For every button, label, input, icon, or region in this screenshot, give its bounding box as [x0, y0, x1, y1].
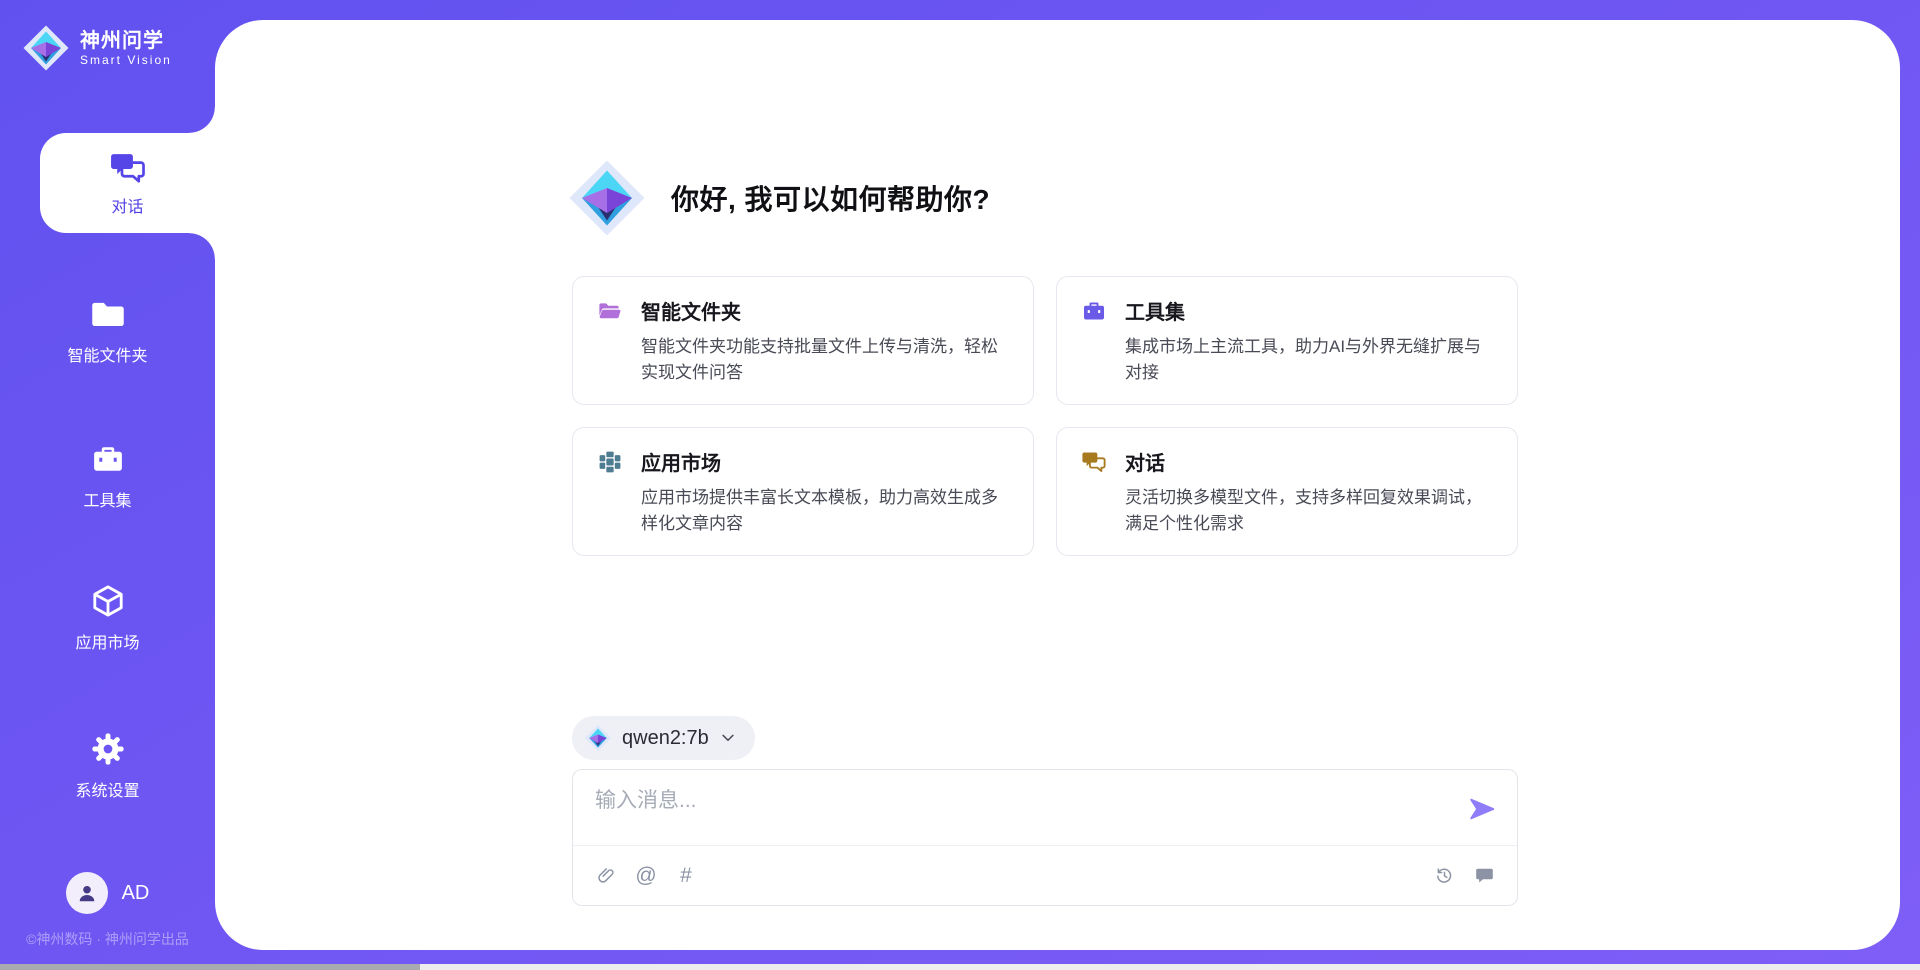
- avatar: [66, 872, 108, 914]
- conversation-button[interactable]: [1473, 865, 1495, 887]
- send-icon: [1467, 794, 1497, 824]
- gear-icon: [90, 731, 126, 767]
- toolbox-icon: [1081, 298, 1107, 324]
- model-name: qwen2:7b: [622, 727, 709, 750]
- sidebar-item-label: 工具集: [83, 487, 131, 511]
- person-icon: [74, 880, 100, 906]
- card-title: 对话: [1125, 447, 1165, 476]
- sidebar-item-chat[interactable]: 对话: [40, 133, 215, 233]
- cube-icon: [90, 583, 126, 619]
- cube-grid-icon: [597, 449, 623, 475]
- message-composer: @ #: [572, 769, 1518, 906]
- history-icon: [1434, 865, 1455, 886]
- sidebar-item-label: 应用市场: [75, 629, 139, 653]
- sidebar: 神州问学 Smart Vision 对话 智能文件夹 工具集 应用市场 系统设置…: [0, 0, 215, 970]
- attach-file-button[interactable]: [595, 865, 617, 887]
- card-title: 应用市场: [641, 447, 721, 476]
- card-title: 智能文件夹: [641, 296, 741, 325]
- card-description: 灵活切换多模型文件，支持多样回复效果调试，满足个性化需求: [1125, 485, 1493, 536]
- user-name: AD: [122, 882, 150, 905]
- card-app-market[interactable]: 应用市场 应用市场提供丰富长文本模板，助力高效生成多样化文章内容: [572, 427, 1034, 556]
- sidebar-item-smart-folder[interactable]: 智能文件夹: [0, 296, 215, 366]
- card-chat[interactable]: 对话 灵活切换多模型文件，支持多样回复效果调试，满足个性化需求: [1056, 427, 1518, 556]
- brand-logo: 神州问学 Smart Vision: [22, 24, 172, 72]
- card-title: 工具集: [1125, 296, 1185, 325]
- sidebar-item-settings[interactable]: 系统设置: [0, 731, 215, 801]
- chevron-down-icon: [719, 729, 737, 747]
- mention-button[interactable]: @: [635, 865, 657, 887]
- chat-icon: [109, 149, 147, 187]
- sidebar-item-toolset[interactable]: 工具集: [0, 441, 215, 511]
- greeting-text: 你好, 我可以如何帮助你?: [671, 178, 990, 218]
- sidebar-item-label: 智能文件夹: [67, 342, 147, 366]
- card-smart-folder[interactable]: 智能文件夹 智能文件夹功能支持批量文件上传与清洗，轻松实现文件问答: [572, 276, 1034, 405]
- sidebar-item-label: 系统设置: [75, 777, 139, 801]
- feature-cards: 智能文件夹 智能文件夹功能支持批量文件上传与清洗，轻松实现文件问答 工具集 集成…: [572, 276, 1518, 556]
- model-selector[interactable]: qwen2:7b: [572, 716, 755, 760]
- folder-icon: [90, 296, 126, 332]
- folder-open-icon: [597, 298, 623, 324]
- history-button[interactable]: [1433, 865, 1455, 887]
- card-description: 应用市场提供丰富长文本模板，助力高效生成多样化文章内容: [641, 485, 1009, 536]
- send-button[interactable]: [1467, 794, 1497, 824]
- main-panel: 你好, 我可以如何帮助你? 智能文件夹 智能文件夹功能支持批量文件上传与清洗，轻…: [215, 20, 1900, 950]
- user-account[interactable]: AD: [0, 872, 215, 914]
- card-description: 智能文件夹功能支持批量文件上传与清洗，轻松实现文件问答: [641, 334, 1009, 385]
- brand-name: 神州问学: [80, 30, 172, 53]
- horizontal-scrollbar[interactable]: [0, 964, 1920, 970]
- scrollbar-thumb[interactable]: [0, 964, 420, 970]
- paperclip-icon: [596, 865, 617, 886]
- chat-bubble-icon: [1474, 865, 1495, 886]
- sidebar-item-app-market[interactable]: 应用市场: [0, 583, 215, 653]
- brand-diamond-icon: [22, 24, 70, 72]
- message-input[interactable]: [595, 784, 1435, 840]
- sidebar-item-label: 对话: [111, 193, 143, 217]
- brand-diamond-icon: [567, 158, 647, 238]
- model-logo-icon: [584, 724, 612, 752]
- chat-icon: [1081, 449, 1107, 475]
- welcome-header: 你好, 我可以如何帮助你?: [567, 158, 990, 238]
- card-toolset[interactable]: 工具集 集成市场上主流工具，助力AI与外界无缝扩展与对接: [1056, 276, 1518, 405]
- copyright-text: ©神州数码 · 神州问学出品: [0, 929, 215, 949]
- brand-subtitle: Smart Vision: [80, 53, 172, 67]
- toolbox-icon: [90, 441, 126, 477]
- hashtag-button[interactable]: #: [675, 865, 697, 887]
- card-description: 集成市场上主流工具，助力AI与外界无缝扩展与对接: [1125, 334, 1493, 385]
